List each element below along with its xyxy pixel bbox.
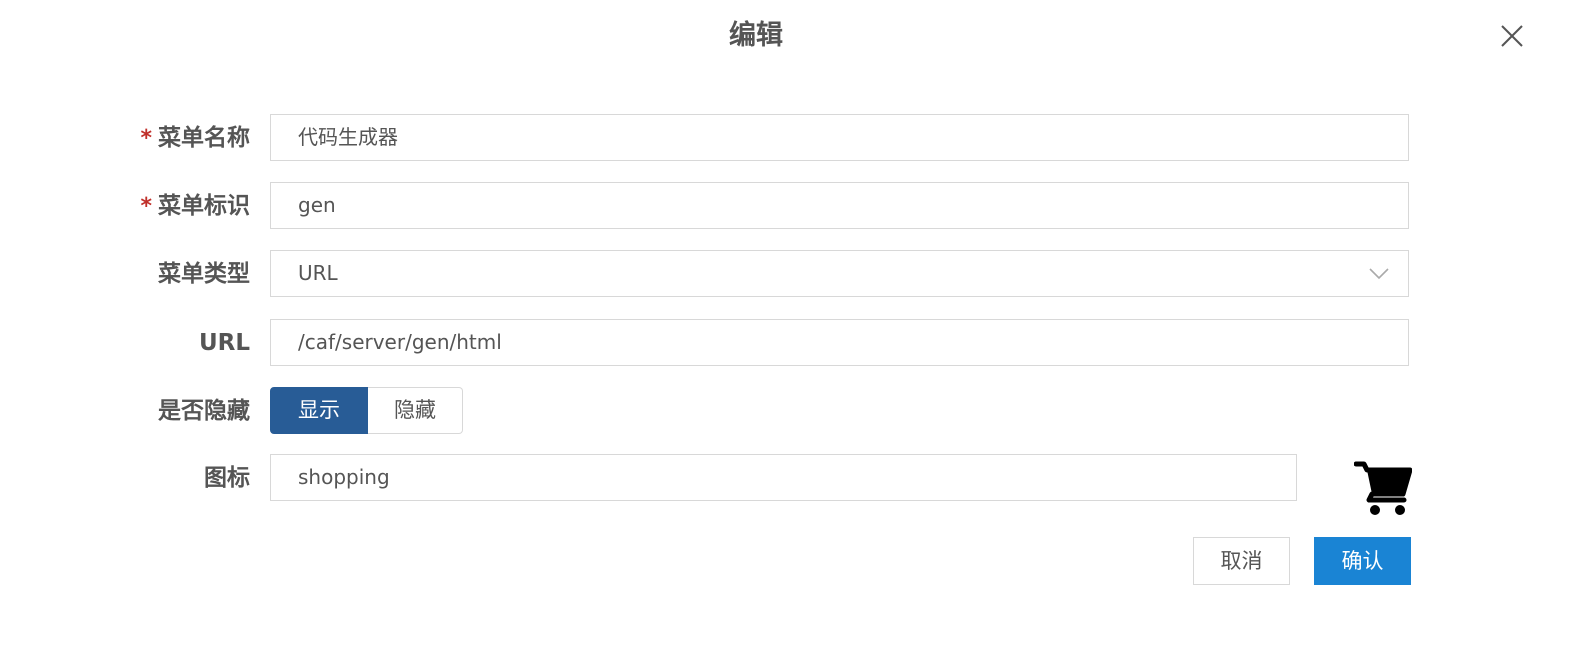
- menu-name-label: * 菜单名称: [140, 125, 250, 151]
- confirm-button[interactable]: 确认: [1314, 537, 1411, 585]
- hide-option-button[interactable]: 隐藏: [368, 387, 463, 434]
- show-option-button[interactable]: 显示: [270, 387, 368, 434]
- menu-name-input[interactable]: 代码生成器: [270, 114, 1409, 161]
- form-row-icon: 图标 shopping: [0, 454, 1576, 504]
- icon-label: 图标: [204, 465, 250, 491]
- cancel-button[interactable]: 取消: [1193, 537, 1290, 585]
- chevron-down-icon: [1369, 268, 1389, 280]
- menu-type-label: 菜单类型: [158, 261, 250, 287]
- form-row-menu-type: 菜单类型 URL: [0, 250, 1576, 300]
- dialog-title: 编辑: [729, 20, 783, 51]
- required-mark: *: [140, 194, 152, 219]
- menu-key-label: * 菜单标识: [140, 193, 250, 219]
- form-row-menu-key: * 菜单标识 gen: [0, 182, 1576, 232]
- close-icon[interactable]: [1496, 20, 1528, 52]
- form-row-url: URL /caf/server/gen/html: [0, 319, 1576, 369]
- edit-menu-dialog: 编辑 * 菜单名称 代码生成器 * 菜单标识 gen 菜单类型 URL URL /c…: [0, 0, 1576, 672]
- url-input[interactable]: /caf/server/gen/html: [270, 319, 1409, 366]
- hidden-label: 是否隐藏: [158, 398, 250, 424]
- menu-type-select[interactable]: URL: [270, 250, 1409, 297]
- shopping-cart-icon: [1354, 461, 1412, 515]
- menu-type-value: URL: [298, 261, 338, 285]
- hidden-toggle-group: 显示 隐藏: [270, 387, 463, 434]
- url-label: URL: [198, 330, 250, 356]
- form-row-hidden: 是否隐藏 显示 隐藏: [0, 387, 1576, 437]
- icon-input[interactable]: shopping: [270, 454, 1297, 501]
- form-row-menu-name: * 菜单名称 代码生成器: [0, 114, 1576, 164]
- menu-key-input[interactable]: gen: [270, 182, 1409, 229]
- required-mark: *: [140, 126, 152, 151]
